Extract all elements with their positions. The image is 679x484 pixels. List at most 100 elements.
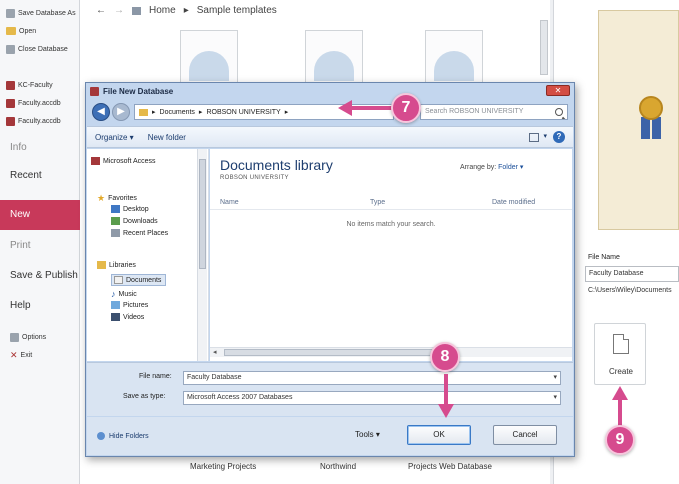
- backstage-nav: Save Database As Open Close Database KC-…: [0, 0, 80, 484]
- forward-button[interactable]: ▶: [112, 103, 130, 121]
- home-icon[interactable]: [132, 6, 141, 15]
- column-header-name[interactable]: Name: [220, 199, 239, 206]
- breadcrumb: ← → Home ▸ Sample templates: [96, 5, 277, 16]
- recent-db-2[interactable]: Faculty.accdb: [6, 96, 80, 110]
- file-name-field[interactable]: Faculty Database: [585, 266, 679, 282]
- access-db-icon: [6, 116, 15, 126]
- address-segment: ▸: [152, 109, 156, 116]
- breadcrumb-home[interactable]: Home: [149, 5, 176, 16]
- tools-menu[interactable]: Tools ▾: [355, 430, 380, 439]
- callout-arrow: [444, 374, 448, 406]
- address-segment[interactable]: Documents: [160, 109, 195, 116]
- navigation-pane: Microsoft Access ★ Favorites Desktop Down…: [87, 149, 209, 361]
- search-input[interactable]: Search ROBSON UNIVERSITY: [420, 104, 568, 120]
- nav-open[interactable]: Open: [6, 24, 80, 38]
- nav-favorites[interactable]: ★ Favorites: [97, 193, 137, 204]
- nav-close-database[interactable]: Close Database: [6, 42, 80, 56]
- hide-folders-toggle[interactable]: Hide Folders: [97, 432, 149, 440]
- organize-menu[interactable]: Organize ▾: [95, 133, 134, 142]
- cancel-button[interactable]: Cancel: [493, 425, 557, 445]
- file-name-label: File Name: [588, 254, 620, 261]
- template-thumbnail[interactable]: [180, 30, 238, 90]
- nav-microsoft-access[interactable]: Microsoft Access: [91, 157, 156, 165]
- nav-recent-places[interactable]: Recent Places: [111, 229, 168, 237]
- chevron-down-icon[interactable]: ▾: [553, 373, 557, 381]
- nav-exit[interactable]: ✕ Exit: [10, 348, 84, 362]
- search-icon: [555, 108, 563, 116]
- access-db-icon: [6, 98, 15, 108]
- collapse-icon: [97, 432, 105, 440]
- view-caret-icon[interactable]: ▾: [543, 132, 547, 140]
- step-callout-7: 7: [391, 93, 421, 123]
- templates-scrollbar[interactable]: [540, 20, 548, 75]
- address-separator: ▸: [284, 109, 289, 116]
- library-title: Documents library: [220, 157, 333, 173]
- column-header-type[interactable]: Type: [370, 199, 385, 206]
- forward-arrow-icon[interactable]: →: [114, 5, 124, 16]
- access-backstage-screen: Save Database As Open Close Database KC-…: [0, 0, 679, 484]
- column-header-date-modified[interactable]: Date modified: [492, 199, 535, 206]
- nav-options[interactable]: Options: [10, 330, 84, 344]
- save-as-type-select[interactable]: Microsoft Access 2007 Databases ▾: [183, 391, 561, 405]
- desktop-icon: [111, 205, 120, 213]
- column-divider: [210, 209, 572, 210]
- nav-recent[interactable]: Recent: [10, 170, 42, 181]
- nav-info[interactable]: Info: [10, 142, 27, 153]
- template-label[interactable]: Projects Web Database: [408, 462, 492, 471]
- nav-music[interactable]: ♪ Music: [111, 289, 137, 299]
- scrollbar-thumb[interactable]: [199, 159, 206, 269]
- star-icon: ★: [97, 193, 106, 203]
- template-thumbnail[interactable]: [425, 30, 483, 90]
- pictures-icon: [111, 301, 120, 309]
- template-label[interactable]: Marketing Projects: [190, 462, 256, 471]
- search-placeholder: Search ROBSON UNIVERSITY: [425, 108, 524, 115]
- step-callout-9: 9: [605, 425, 635, 455]
- view-options-icon[interactable]: [529, 133, 539, 142]
- dialog-close-button[interactable]: ✕: [546, 85, 570, 96]
- nav-pane-scrollbar[interactable]: [197, 149, 207, 361]
- create-button[interactable]: Create: [594, 323, 646, 385]
- address-row: ◀ ▶ ▸ Documents ▸ ROBSON UNIVERSITY ▸ Se…: [90, 102, 570, 122]
- step-callout-8: 8: [430, 342, 460, 372]
- file-name-input[interactable]: Faculty Database ▾: [183, 371, 561, 385]
- nav-help[interactable]: Help: [10, 300, 31, 311]
- folder-icon: [139, 108, 148, 116]
- back-button[interactable]: ◀: [92, 103, 110, 121]
- nav-documents[interactable]: Documents: [111, 274, 167, 286]
- address-segment[interactable]: ROBSON UNIVERSITY: [206, 109, 280, 116]
- save-icon: [6, 8, 15, 18]
- nav-downloads[interactable]: Downloads: [111, 217, 158, 225]
- horizontal-scrollbar[interactable]: ◂: [210, 347, 572, 357]
- recent-db-3[interactable]: Faculty.accdb: [6, 114, 80, 128]
- nav-new[interactable]: New: [0, 200, 80, 230]
- scroll-left-icon[interactable]: ◂: [213, 348, 217, 356]
- dialog-titlebar[interactable]: File New Database: [86, 83, 574, 99]
- back-arrow-icon[interactable]: ←: [96, 5, 106, 16]
- access-app-icon: [90, 86, 99, 96]
- nav-print[interactable]: Print: [10, 240, 31, 251]
- nav-desktop[interactable]: Desktop: [111, 205, 149, 213]
- ok-button[interactable]: OK: [407, 425, 471, 445]
- nav-save-publish[interactable]: Save & Publish: [10, 270, 78, 281]
- callout-arrow: [618, 398, 622, 426]
- nav-libraries[interactable]: Libraries: [97, 261, 136, 269]
- new-folder-button[interactable]: New folder: [148, 133, 186, 142]
- nav-save-as[interactable]: Save Database As: [6, 6, 80, 20]
- arrange-by-control[interactable]: Arrange by: Folder ▾: [460, 163, 523, 171]
- save-path: C:\Users\Wiley\Documents: [588, 287, 672, 294]
- template-preview-image: [598, 10, 679, 230]
- nav-videos[interactable]: Videos: [111, 313, 144, 321]
- options-icon: [10, 332, 19, 342]
- empty-list-message: No items match your search.: [346, 221, 436, 228]
- documents-icon: [114, 276, 123, 284]
- scrollbar-thumb[interactable]: [224, 349, 454, 356]
- help-icon[interactable]: ?: [553, 131, 565, 143]
- nav-pictures[interactable]: Pictures: [111, 301, 148, 309]
- address-separator: ▸: [198, 109, 203, 116]
- arrowhead-left-icon: [338, 100, 352, 116]
- chevron-down-icon: ▾: [553, 394, 557, 401]
- recent-db-1[interactable]: KC-Faculty: [6, 78, 80, 92]
- exit-icon: ✕: [10, 349, 18, 360]
- template-label[interactable]: Northwind: [320, 462, 356, 471]
- template-thumbnail[interactable]: [305, 30, 363, 90]
